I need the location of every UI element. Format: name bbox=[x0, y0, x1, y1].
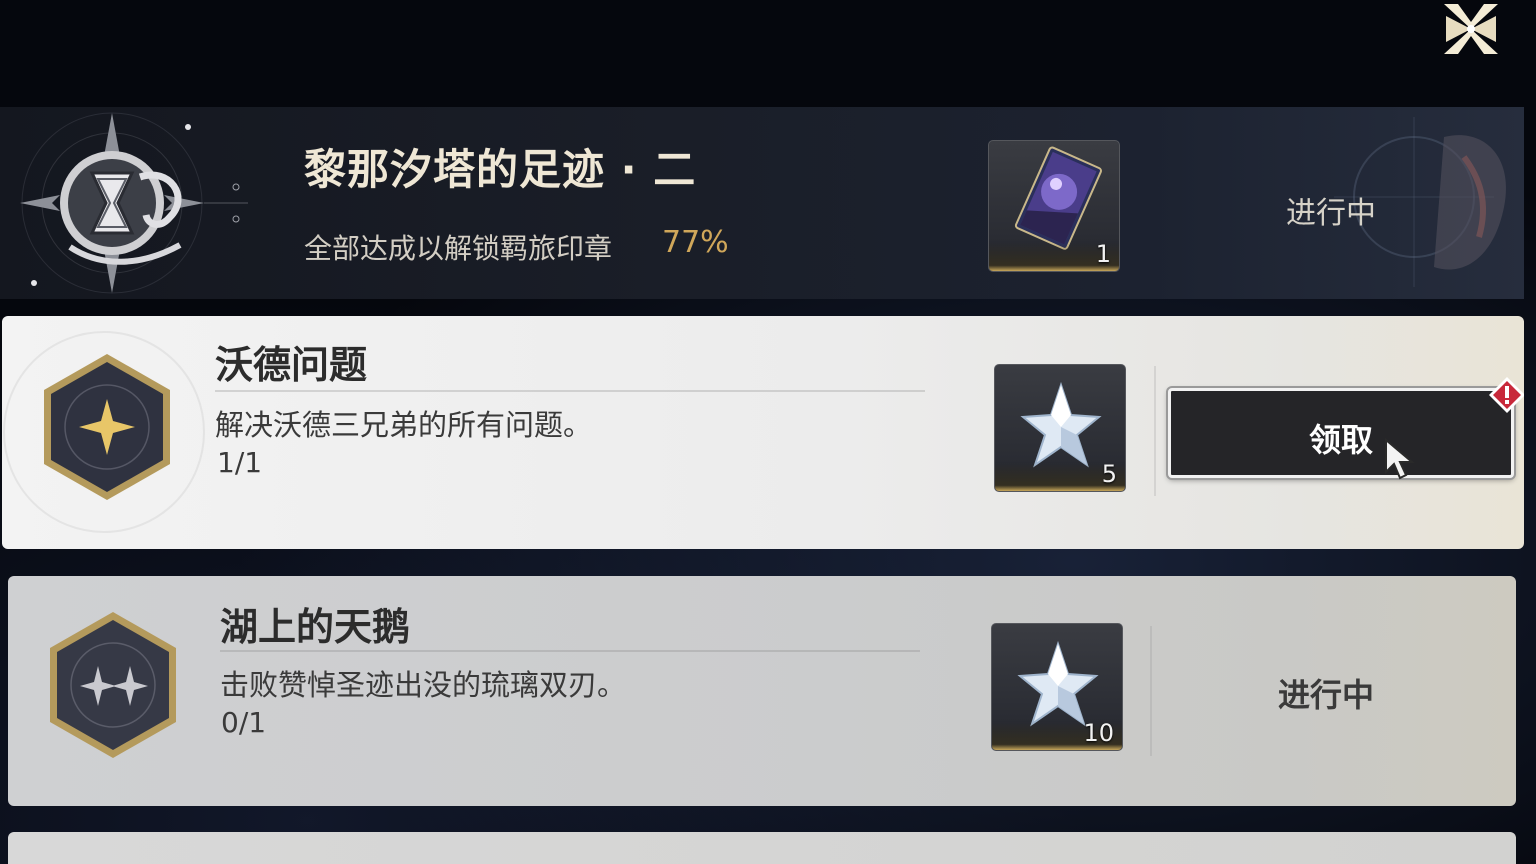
quest-chain-title: 黎那汐塔的足迹 · 二 bbox=[304, 145, 697, 194]
chain-reward-item[interactable]: 1 bbox=[988, 140, 1120, 272]
reward-quantity: 10 bbox=[1083, 719, 1114, 747]
quest-badge-icon bbox=[44, 354, 170, 500]
card-divider bbox=[1154, 366, 1156, 496]
close-button[interactable] bbox=[1436, 0, 1506, 64]
chain-status: 进行中 bbox=[1286, 196, 1376, 231]
quest-description: 解决沃德三兄弟的所有问题。 bbox=[215, 408, 593, 442]
close-x-icon bbox=[1444, 4, 1498, 54]
claim-button-label: 领取 bbox=[1308, 421, 1373, 459]
reward-quantity: 1 bbox=[1095, 240, 1111, 268]
title-divider bbox=[220, 650, 920, 652]
quest-reward-item[interactable]: 5 bbox=[994, 364, 1126, 492]
quest-card-partial bbox=[8, 832, 1516, 864]
title-divider bbox=[215, 390, 925, 392]
reward-quantity: 5 bbox=[1101, 460, 1117, 488]
card-divider bbox=[1150, 626, 1152, 756]
quest-card: 湖上的天鹅 击败赞悼圣迹出没的琉璃双刃。 0/1 10 进行中 bbox=[8, 576, 1516, 806]
quest-description: 击败赞悼圣迹出没的琉璃双刃。 bbox=[220, 668, 627, 702]
exclamation-diamond-icon bbox=[1489, 377, 1524, 413]
quest-badge-icon bbox=[50, 612, 176, 758]
quest-chain-subtitle: 全部达成以解锁羁旅印章 bbox=[304, 232, 613, 265]
quest-screen: 黎那汐塔的足迹 · 二 全部达成以解锁羁旅印章 77% 1 进行中 沃德问题 解… bbox=[0, 0, 1536, 864]
hourglass-emblem-icon bbox=[20, 112, 248, 294]
completion-percent: 77% bbox=[662, 225, 729, 260]
quest-chain-banner: 黎那汐塔的足迹 · 二 全部达成以解锁羁旅印章 77% 1 进行中 bbox=[0, 107, 1524, 299]
quest-title: 沃德问题 bbox=[215, 343, 368, 387]
quest-reward-item[interactable]: 10 bbox=[991, 623, 1123, 751]
quest-status: 进行中 bbox=[1278, 676, 1375, 714]
claim-button[interactable]: 领取 bbox=[1168, 377, 1524, 478]
mouse-cursor-icon bbox=[1385, 438, 1415, 480]
quest-card: 沃德问题 解决沃德三兄弟的所有问题。 1/1 5 领取 bbox=[2, 316, 1524, 549]
quest-title: 湖上的天鹅 bbox=[220, 605, 411, 649]
quest-progress: 0/1 bbox=[221, 706, 267, 739]
quest-progress: 1/1 bbox=[217, 446, 263, 479]
